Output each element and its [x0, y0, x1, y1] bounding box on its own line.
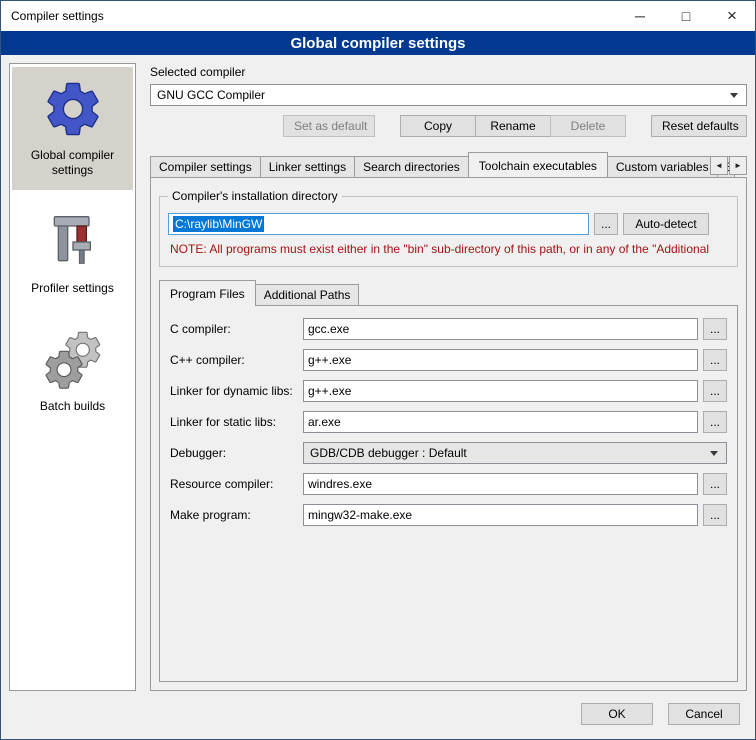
tab-program-files[interactable]: Program Files — [159, 280, 256, 306]
linker-dynamic-label: Linker for dynamic libs: — [170, 384, 298, 398]
sidebar-item-label: Batch builds — [40, 399, 105, 414]
debugger-dropdown[interactable]: GDB/CDB debugger : Default — [303, 442, 727, 464]
sidebar-item-label: Profiler settings — [31, 281, 114, 296]
tab-linker-settings[interactable]: Linker settings — [260, 156, 355, 177]
linker-static-value: ar.exe — [308, 415, 341, 429]
c-compiler-input[interactable]: gcc.exe — [303, 318, 698, 340]
browse-directory-button[interactable]: ... — [594, 213, 618, 235]
resource-compiler-browse-button[interactable]: ... — [703, 473, 727, 495]
rename-button[interactable]: Rename — [475, 115, 551, 137]
installation-directory-value: C:\raylib\MinGW — [173, 216, 264, 232]
cancel-button[interactable]: Cancel — [668, 703, 740, 725]
minimize-icon: ─ — [635, 8, 645, 24]
installation-directory-group-title: Compiler's installation directory — [168, 189, 342, 203]
copy-button[interactable]: Copy — [400, 115, 476, 137]
tab-compiler-settings[interactable]: Compiler settings — [150, 156, 261, 177]
auto-detect-button[interactable]: Auto-detect — [623, 213, 709, 235]
installation-directory-input[interactable]: C:\raylib\MinGW — [168, 213, 589, 235]
tab-scroll-right-icon[interactable]: ► — [729, 156, 747, 175]
window-controls: ─ □ × — [617, 1, 755, 31]
field-row: Debugger: GDB/CDB debugger : Default — [170, 442, 727, 464]
field-row: C++ compiler: g++.exe ... — [170, 349, 727, 371]
tab-custom-variables[interactable]: Custom variables — [607, 156, 718, 177]
cpp-compiler-input[interactable]: g++.exe — [303, 349, 698, 371]
compiler-actions: Set as default Copy Rename Delete Reset … — [150, 115, 747, 137]
tab-search-directories[interactable]: Search directories — [354, 156, 469, 177]
debugger-label: Debugger: — [170, 446, 298, 460]
make-program-label: Make program: — [170, 508, 298, 522]
cpp-compiler-browse-button[interactable]: ... — [703, 349, 727, 371]
resource-compiler-input[interactable]: windres.exe — [303, 473, 698, 495]
gear-blue-icon — [41, 77, 105, 141]
close-icon: × — [727, 6, 737, 26]
compiler-settings-tabs: Compiler settings Linker settings Search… — [150, 150, 747, 177]
linker-dynamic-input[interactable]: g++.exe — [303, 380, 698, 402]
linker-static-input[interactable]: ar.exe — [303, 411, 698, 433]
selected-compiler-label: Selected compiler — [150, 65, 747, 79]
installation-directory-group: Compiler's installation directory C:\ray… — [159, 196, 738, 267]
make-program-value: mingw32-make.exe — [308, 508, 412, 522]
chevron-down-icon — [710, 451, 718, 456]
tab-scroll-left-icon[interactable]: ◄ — [710, 156, 728, 175]
tab-additional-paths[interactable]: Additional Paths — [255, 284, 360, 305]
program-files-tabs: Program Files Additional Paths — [159, 279, 738, 305]
c-compiler-label: C compiler: — [170, 322, 298, 336]
field-row: Linker for dynamic libs: g++.exe ... — [170, 380, 727, 402]
field-row: Make program: mingw32-make.exe ... — [170, 504, 727, 526]
sidebar-item-global-compiler-settings[interactable]: Global compiler settings — [12, 67, 133, 190]
dialog-footer: OK Cancel — [1, 699, 755, 739]
program-files-panel: C compiler: gcc.exe ... C++ compiler: g+… — [159, 305, 738, 682]
tab-scroll-buttons: ◄ ► — [710, 156, 747, 175]
sidebar-item-batch-builds[interactable]: Batch builds — [12, 318, 133, 426]
make-program-input[interactable]: mingw32-make.exe — [303, 504, 698, 526]
sidebar-item-label: Global compiler settings — [14, 148, 131, 178]
maximize-button[interactable]: □ — [663, 1, 709, 31]
resource-compiler-value: windres.exe — [308, 477, 372, 491]
window-title: Compiler settings — [1, 9, 617, 23]
linker-static-label: Linker for static libs: — [170, 415, 298, 429]
toolchain-executables-panel: Compiler's installation directory C:\ray… — [150, 177, 747, 691]
make-program-browse-button[interactable]: ... — [703, 504, 727, 526]
close-button[interactable]: × — [709, 1, 755, 31]
resource-compiler-label: Resource compiler: — [170, 477, 298, 491]
main-panel: Selected compiler GNU GCC Compiler Set a… — [150, 63, 747, 691]
profiler-tool-icon — [41, 210, 105, 274]
installation-directory-row: C:\raylib\MinGW ... Auto-detect — [168, 213, 723, 235]
dialog-header: Global compiler settings — [1, 31, 755, 55]
note-text: NOTE: All programs must exist either in … — [170, 242, 721, 256]
compiler-settings-window: Compiler settings ─ □ × Global compiler … — [0, 0, 756, 740]
maximize-icon: □ — [682, 8, 690, 24]
set-as-default-button: Set as default — [283, 115, 375, 137]
linker-dynamic-value: g++.exe — [308, 384, 351, 398]
debugger-value: GDB/CDB debugger : Default — [304, 446, 710, 460]
chevron-down-icon — [730, 93, 738, 98]
titlebar[interactable]: Compiler settings ─ □ × — [1, 1, 755, 31]
cpp-compiler-value: g++.exe — [308, 353, 351, 367]
field-row: Resource compiler: windres.exe ... — [170, 473, 727, 495]
selected-compiler-value: GNU GCC Compiler — [151, 88, 730, 102]
delete-button: Delete — [550, 115, 626, 137]
linker-static-browse-button[interactable]: ... — [703, 411, 727, 433]
gears-gray-icon — [41, 328, 105, 392]
tab-toolchain-executables[interactable]: Toolchain executables — [468, 152, 608, 177]
selected-compiler-dropdown[interactable]: GNU GCC Compiler — [150, 84, 747, 106]
sidebar-item-profiler-settings[interactable]: Profiler settings — [12, 200, 133, 308]
linker-dynamic-browse-button[interactable]: ... — [703, 380, 727, 402]
minimize-button[interactable]: ─ — [617, 1, 663, 31]
dialog-header-title: Global compiler settings — [290, 35, 465, 52]
field-row: C compiler: gcc.exe ... — [170, 318, 727, 340]
field-row: Linker for static libs: ar.exe ... — [170, 411, 727, 433]
ok-button[interactable]: OK — [581, 703, 653, 725]
c-compiler-value: gcc.exe — [308, 322, 349, 336]
settings-sidebar: Global compiler settings Profiler settin… — [9, 63, 136, 691]
cpp-compiler-label: C++ compiler: — [170, 353, 298, 367]
dialog-body: Global compiler settings Profiler settin… — [1, 55, 755, 699]
reset-defaults-button[interactable]: Reset defaults — [651, 115, 747, 137]
c-compiler-browse-button[interactable]: ... — [703, 318, 727, 340]
